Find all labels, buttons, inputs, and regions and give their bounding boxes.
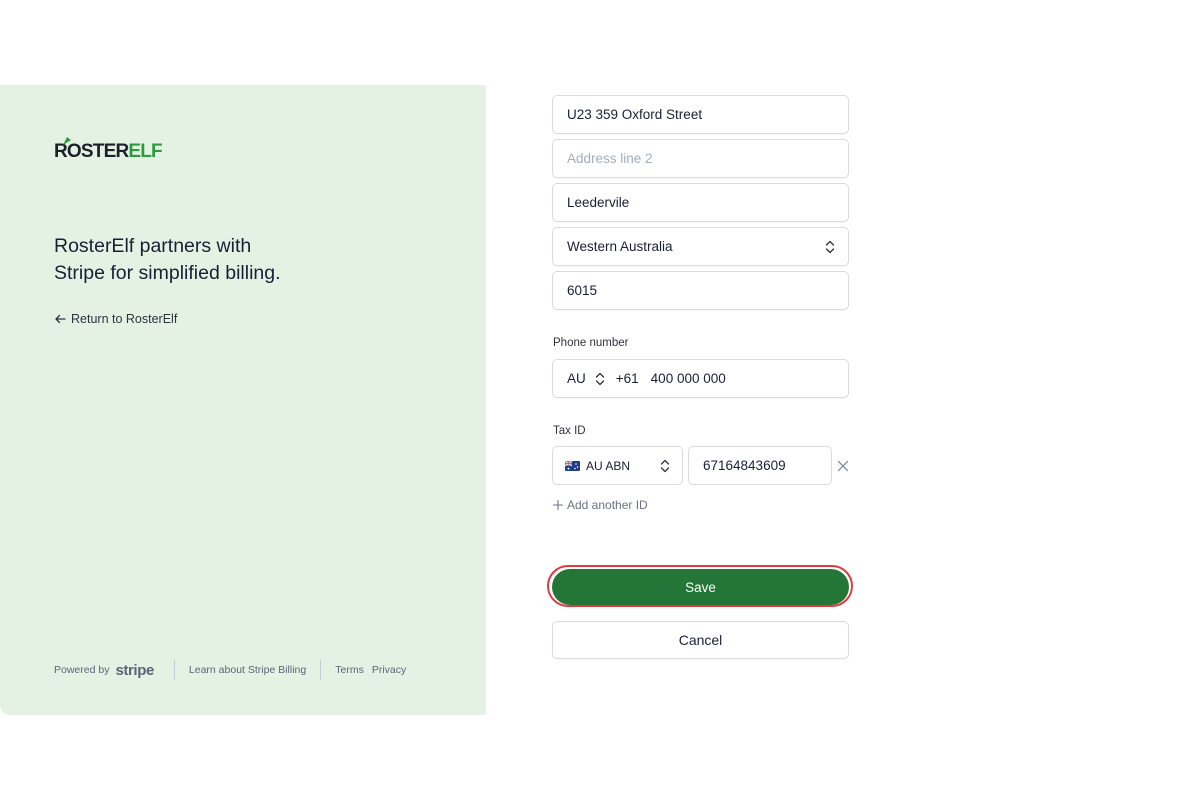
close-icon[interactable]	[836, 459, 850, 473]
save-button-label: Save	[685, 579, 716, 595]
tax-id-label: Tax ID	[553, 425, 586, 437]
phone-dial-code: +61	[615, 371, 639, 386]
arrow-left-icon	[55, 314, 66, 324]
terms-link[interactable]: Terms	[335, 664, 364, 676]
add-another-id-link[interactable]: Add another ID	[553, 498, 648, 512]
phone-country-code: AU	[567, 371, 586, 386]
address-line2-placeholder: Address line 2	[567, 151, 653, 166]
powered-by-stripe[interactable]: Powered by stripe	[54, 662, 154, 679]
rosterelf-logo: ROSTERELF	[54, 137, 163, 163]
powered-by-label: Powered by	[54, 664, 110, 676]
tax-id-type-select[interactable]: AU ABN	[552, 446, 683, 485]
address-line2-field[interactable]: Address line 2	[552, 139, 849, 178]
chevron-up-down-icon	[595, 372, 604, 385]
city-value: Leedervile	[567, 195, 630, 210]
address-line1-value: U23 359 Oxford Street	[567, 107, 703, 122]
australia-flag-icon	[565, 460, 580, 471]
plus-icon	[553, 500, 563, 510]
state-select[interactable]: Western Australia	[552, 227, 849, 266]
footer: Powered by stripe Learn about Stripe Bil…	[54, 660, 406, 680]
postcode-value: 6015	[567, 283, 598, 298]
phone-number-field[interactable]: AU +61 400 000 000	[552, 359, 849, 398]
brand-panel: ROSTERELF RosterElf partners with Stripe…	[0, 85, 486, 715]
footer-divider	[320, 660, 322, 680]
cancel-button-label: Cancel	[678, 632, 723, 648]
privacy-link[interactable]: Privacy	[372, 664, 406, 676]
tagline-line-1: RosterElf partners with	[54, 235, 252, 257]
tax-id-value: 67164843609	[703, 458, 786, 473]
postcode-field[interactable]: 6015	[552, 271, 849, 310]
tagline-line-2: Stripe for simplified billing.	[54, 262, 281, 284]
logo-text-elf: ELF	[128, 141, 162, 162]
phone-number-label: Phone number	[553, 337, 629, 349]
tax-id-type-value: AU ABN	[586, 458, 631, 473]
return-link[interactable]: Return to RosterElf	[54, 312, 177, 326]
city-field[interactable]: Leedervile	[552, 183, 849, 222]
add-another-id-label: Add another ID	[567, 498, 648, 512]
billing-page: ROSTERELF RosterElf partners with Stripe…	[0, 85, 1200, 715]
address-line1-field[interactable]: U23 359 Oxford Street	[552, 95, 849, 134]
chevron-up-down-icon	[660, 459, 670, 473]
brand-tagline: RosterElf partners with Stripe for simpl…	[54, 233, 354, 287]
save-button[interactable]: Save	[552, 569, 849, 605]
footer-divider	[173, 660, 175, 680]
state-value: Western Australia	[567, 239, 673, 254]
logo-leaf-icon	[63, 137, 71, 145]
chevron-up-down-icon	[825, 240, 835, 254]
phone-country-select[interactable]: AU	[567, 371, 606, 386]
tax-id-value-field[interactable]: 67164843609	[688, 446, 832, 485]
return-link-label: Return to RosterElf	[71, 312, 178, 326]
cancel-button[interactable]: Cancel	[552, 621, 849, 659]
phone-number-value: 400 000 000	[650, 371, 726, 386]
stripe-logo: stripe	[115, 661, 154, 679]
learn-stripe-billing-link[interactable]: Learn about Stripe Billing	[189, 664, 306, 676]
